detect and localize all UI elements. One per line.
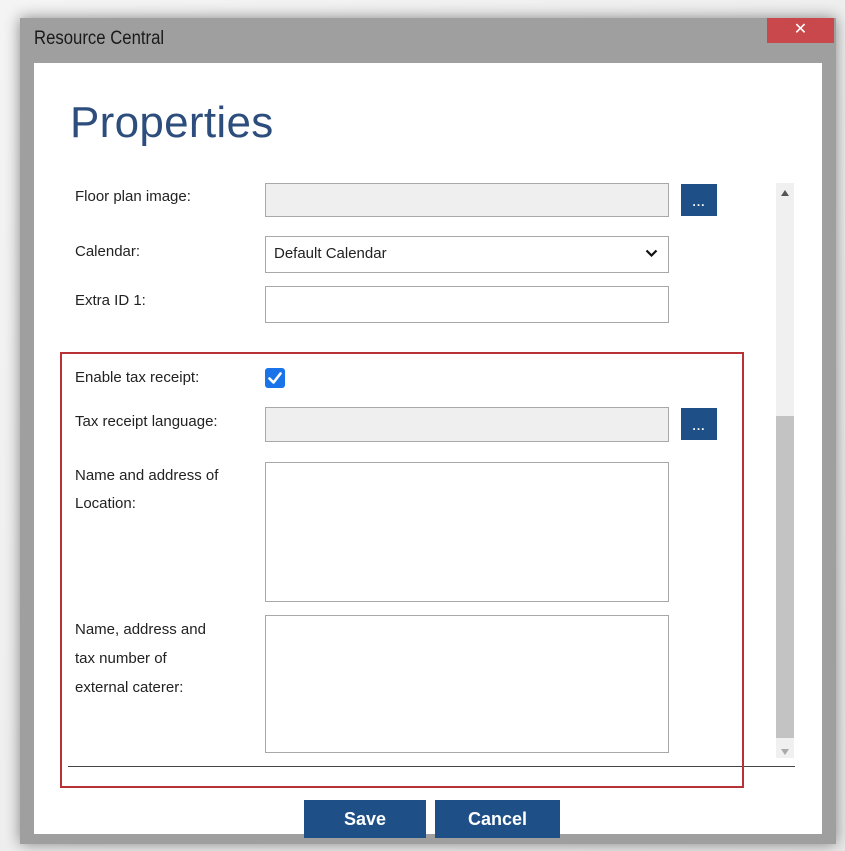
floor-plan-browse-button[interactable]: ... [681, 184, 717, 216]
scroll-down-icon[interactable] [781, 749, 789, 755]
highlight-annotation [60, 352, 744, 788]
chevron-down-icon [645, 249, 658, 258]
window-border-bottom [20, 834, 836, 844]
floor-plan-field [265, 183, 669, 217]
save-button[interactable]: Save [304, 800, 426, 838]
extra-id-label: Extra ID 1: [75, 292, 146, 309]
window-border-left [20, 63, 34, 844]
scroll-up-icon[interactable] [781, 190, 789, 196]
calendar-selected-value: Default Calendar [274, 245, 387, 262]
extra-id-input[interactable] [265, 286, 669, 323]
close-icon: ✕ [793, 21, 808, 38]
cancel-button[interactable]: Cancel [435, 800, 560, 838]
window-title: Resource Central [34, 28, 165, 49]
floor-plan-label: Floor plan image: [75, 188, 191, 205]
scrollbar-thumb[interactable] [776, 416, 794, 738]
title-bar: Resource Central ✕ [20, 18, 836, 63]
window-border-right [822, 63, 836, 844]
calendar-label: Calendar: [75, 243, 141, 260]
page-title: Properties [70, 98, 274, 147]
close-button[interactable]: ✕ [767, 18, 834, 43]
dialog-window: Resource Central ✕ Properties Floor plan… [20, 18, 836, 844]
calendar-select[interactable]: Default Calendar [265, 236, 669, 273]
